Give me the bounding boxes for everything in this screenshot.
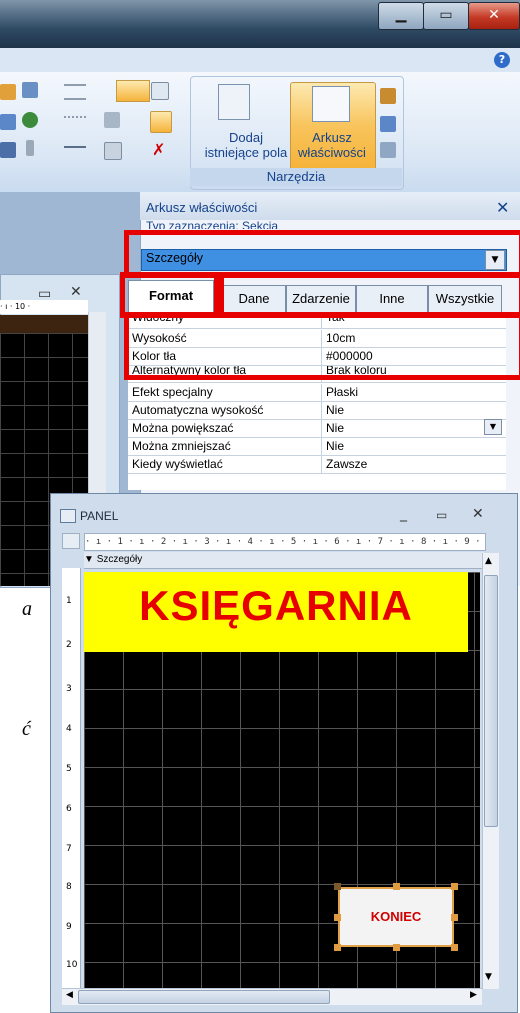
ruler-tick: 8 <box>66 882 72 892</box>
lines-icon[interactable] <box>64 84 86 100</box>
left-header-band <box>0 315 88 333</box>
property-sheet-label-1: Arkusz <box>312 130 352 145</box>
ruler-tick: 6 <box>66 804 72 814</box>
form-icon <box>60 509 76 523</box>
dropdown-arrow-icon[interactable]: ▼ <box>484 419 502 435</box>
ribbon-tool-icon[interactable] <box>0 114 16 130</box>
ribbon-tool-icon[interactable] <box>0 142 16 158</box>
vertical-ruler: 1 2 3 4 5 6 7 8 9 10 <box>62 568 81 988</box>
minimize-button[interactable]: ▁ <box>378 2 424 30</box>
property-sheet-label: Arkusz właściwości <box>290 130 374 160</box>
property-sheet-close-icon[interactable]: ✕ <box>496 198 509 217</box>
section-arrow-icon: ▼ <box>84 554 97 565</box>
margin-letter: ć <box>22 718 31 740</box>
scroll-up-icon[interactable]: ▲ <box>485 556 492 566</box>
selection-type-label: Typ zaznaczenia: Sekcja <box>146 219 279 229</box>
select-arrow-icon[interactable] <box>151 82 169 100</box>
property-row[interactable]: Automatyczna wysokość Nie <box>128 402 506 420</box>
close-icon[interactable]: ✕ <box>472 506 484 522</box>
add-existing-fields-icon <box>218 84 250 120</box>
resize-handle[interactable] <box>451 914 458 921</box>
resize-handle[interactable] <box>451 883 458 890</box>
resize-handle[interactable] <box>451 944 458 951</box>
minimize-icon[interactable]: _ <box>400 506 407 522</box>
close-icon: ✕ <box>488 7 500 23</box>
property-row[interactable]: Można powiększać Nie <box>128 420 506 438</box>
property-value: Płaski <box>326 385 359 399</box>
maximize-icon[interactable]: ▭ <box>436 508 447 522</box>
close-window-button[interactable]: ✕ <box>468 2 520 30</box>
add-existing-fields-button[interactable]: Dodaj istniejące pola <box>198 130 294 160</box>
property-row[interactable]: Efekt specjalny Płaski <box>128 384 506 402</box>
property-value: Zawsze <box>326 457 368 471</box>
ribbon-tool-icon[interactable] <box>0 84 16 100</box>
selected-control-button[interactable] <box>116 80 150 102</box>
scroll-right-icon[interactable]: ▶ <box>470 990 477 1000</box>
heading-label: KSIĘGARNIA <box>139 582 413 629</box>
property-value: Nie <box>326 439 345 453</box>
koniec-button[interactable]: KONIEC <box>338 887 454 947</box>
tab-order-icon[interactable] <box>104 142 122 160</box>
section-bar-szczegoly[interactable]: ▼ Szczegóły <box>84 552 484 569</box>
maximize-icon: ▭ <box>439 7 453 23</box>
property-value: Nie <box>326 403 345 417</box>
scroll-left-icon[interactable]: ◀ <box>66 990 73 1000</box>
property-value: Nie <box>326 421 345 435</box>
ruler-tick: 7 <box>66 844 72 854</box>
move-handle[interactable] <box>334 883 341 890</box>
resize-handle[interactable] <box>334 944 341 951</box>
property-row[interactable]: Kiedy wyświetlać Zawsze <box>128 456 506 474</box>
left-ruler: · ı · 10 · <box>0 300 88 314</box>
resize-handle[interactable] <box>393 883 400 890</box>
wizard-icon[interactable] <box>150 111 172 133</box>
align-icon[interactable] <box>22 82 38 98</box>
line-style-icon[interactable] <box>64 146 86 148</box>
ruler-corner[interactable] <box>62 533 80 549</box>
ribbon-tab-strip <box>0 48 520 72</box>
add-fields-label-2: istniejące pola <box>204 145 288 160</box>
add-fields-label-1: Dodaj <box>229 130 263 145</box>
property-sheet-title: Arkusz właściwości <box>146 200 258 215</box>
ruler-tick: 1 <box>66 596 72 606</box>
property-name: Można zmniejszać <box>132 439 231 453</box>
property-name: Efekt specjalny <box>132 385 213 399</box>
minimize-icon: ▁ <box>395 7 407 23</box>
section-label: Szczegóły <box>96 554 143 565</box>
property-name: Można powiększać <box>132 421 234 435</box>
ruler-tick: 9 <box>66 922 72 932</box>
vertical-scroll-thumb[interactable] <box>484 575 498 827</box>
margin-letter: a <box>22 598 32 620</box>
ribbon-small-icon[interactable] <box>380 116 396 132</box>
attachment-icon[interactable] <box>26 140 34 156</box>
ruler-tick: 4 <box>66 724 72 734</box>
maximize-button[interactable]: ▭ <box>423 2 469 30</box>
highlight-box-properties <box>124 312 520 380</box>
property-sheet-label-2: właściwości <box>298 145 366 160</box>
property-row[interactable]: Można zmniejszać Nie <box>128 438 506 456</box>
ribbon-small-icon[interactable] <box>380 88 396 104</box>
horizontal-scroll-thumb[interactable] <box>78 990 330 1004</box>
ruler-tick: 2 <box>66 640 72 650</box>
ruler-tick: 3 <box>66 684 72 694</box>
properties-tool-icon[interactable] <box>104 112 120 128</box>
scroll-down-icon[interactable]: ▼ <box>485 972 492 982</box>
resize-handle[interactable] <box>334 914 341 921</box>
highlight-box-selector <box>124 230 520 278</box>
remove-icon[interactable]: ✗ <box>152 140 165 159</box>
property-name: Automatyczna wysokość <box>132 403 264 417</box>
group-label: Narzędzia <box>190 168 402 186</box>
dotted-lines-icon[interactable] <box>64 116 86 124</box>
ruler-tick: 10 <box>66 960 78 970</box>
ribbon-small-icon[interactable] <box>380 142 396 158</box>
resize-handle[interactable] <box>393 944 400 951</box>
help-icon[interactable]: ? <box>494 52 510 68</box>
property-name: Kiedy wyświetlać <box>132 457 223 471</box>
close-icon[interactable]: ✕ <box>70 284 82 300</box>
users-icon[interactable] <box>22 112 38 128</box>
ruler-tick: 5 <box>66 764 72 774</box>
property-sheet-icon <box>312 86 350 122</box>
horizontal-ruler: · ı · 1 · ı · 2 · ı · 3 · ı · 4 · ı · 5 … <box>84 533 486 551</box>
panel-window-title: PANEL <box>80 509 119 523</box>
